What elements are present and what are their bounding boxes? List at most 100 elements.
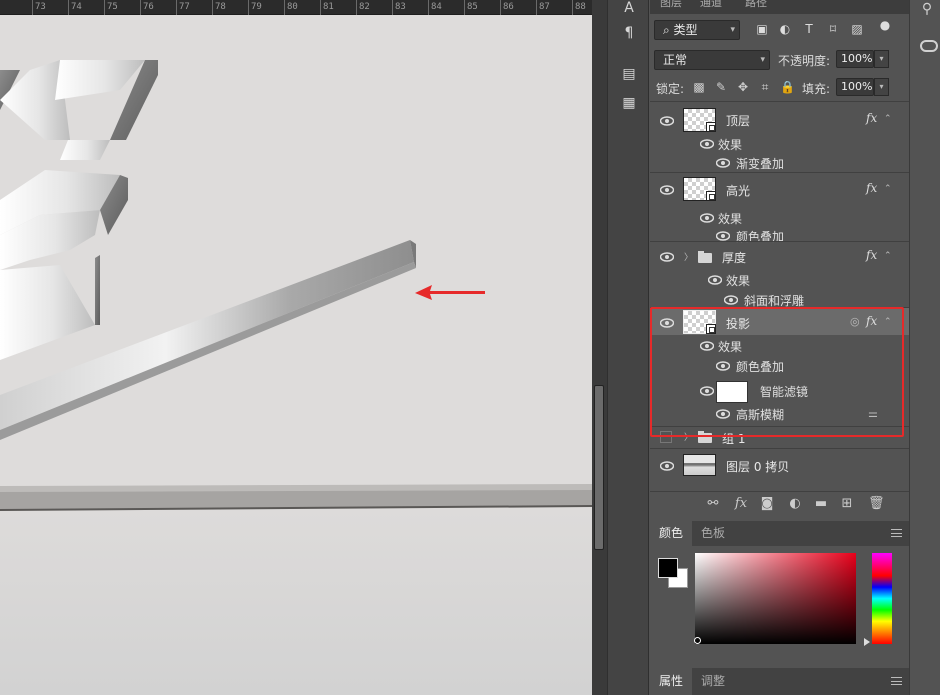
tab-channels[interactable]: 通道 xyxy=(700,0,722,10)
layer-row-thickness[interactable]: 〉 厚度 fx ⌃ 效果 斜面和浮雕 xyxy=(650,242,909,308)
eye-icon[interactable] xyxy=(700,213,714,223)
layer-name[interactable]: 组 1 xyxy=(722,430,745,447)
eye-icon[interactable] xyxy=(716,361,730,371)
learn-lightbulb-icon[interactable]: ⚲ xyxy=(918,0,936,18)
foreground-color-swatch[interactable] xyxy=(658,558,678,578)
eye-icon[interactable] xyxy=(700,386,714,396)
tab-color[interactable]: 颜色 xyxy=(650,521,693,546)
layer-row-highlight[interactable]: 高光 fx ⌃ 效果 颜色叠加 xyxy=(650,173,909,244)
eye-icon[interactable] xyxy=(700,139,714,149)
shape-filter-icon[interactable]: ⌑ xyxy=(826,22,840,36)
lock-artboard-icon[interactable]: ⌗ xyxy=(758,80,772,94)
document-canvas[interactable]: 73 74 75 76 77 78 79 80 81 82 83 84 85 8… xyxy=(0,0,592,695)
filter-item[interactable]: 高斯模糊 xyxy=(736,406,784,423)
hue-slider-handle-icon[interactable] xyxy=(864,638,870,646)
eye-icon[interactable] xyxy=(660,252,674,262)
saturation-brightness-field[interactable] xyxy=(695,553,856,644)
properties-icon[interactable]: ▤ xyxy=(621,66,637,82)
effect-item[interactable]: 颜色叠加 xyxy=(736,358,784,375)
type-filter-icon[interactable]: T xyxy=(802,22,816,36)
paragraph-icon[interactable]: ¶ xyxy=(621,25,637,41)
add-style-fx-icon[interactable]: fx xyxy=(734,497,748,511)
collapse-caret-icon[interactable]: ⌃ xyxy=(884,317,892,327)
tab-paths[interactable]: 路径 xyxy=(745,0,767,10)
new-layer-icon[interactable]: ⊞ xyxy=(840,497,854,511)
canvas-scrollbar[interactable] xyxy=(592,0,607,695)
expand-group-icon[interactable]: 〉 xyxy=(684,250,693,263)
character-icon[interactable]: A xyxy=(621,0,637,16)
layer-name[interactable]: 高光 xyxy=(726,182,750,199)
notes-icon[interactable]: ▦ xyxy=(621,95,637,111)
adjustment-layer-icon[interactable]: ◐ xyxy=(788,497,802,511)
visibility-off-box[interactable] xyxy=(660,431,672,443)
layer-name[interactable]: 顶层 xyxy=(726,112,750,129)
layer-name[interactable]: 厚度 xyxy=(722,249,746,266)
layer-thumbnail[interactable] xyxy=(683,177,716,201)
layer-row-group1[interactable]: 〉 组 1 xyxy=(650,427,909,448)
properties-panel-tabs: 属性 调整 xyxy=(650,668,909,695)
new-group-icon[interactable]: ▬ xyxy=(814,497,828,511)
collapse-caret-icon[interactable]: ⌃ xyxy=(884,251,892,261)
lock-transparent-icon[interactable]: ▩ xyxy=(692,80,706,94)
layer-thumbnail[interactable] xyxy=(683,310,716,334)
picker-cursor[interactable] xyxy=(694,637,701,644)
hue-slider[interactable] xyxy=(872,553,892,644)
layer-row-top[interactable]: 顶层 fx ⌃ 效果 渐变叠加 xyxy=(650,104,909,172)
collapse-caret-icon[interactable]: ⌃ xyxy=(884,114,892,124)
effect-item[interactable]: 渐变叠加 xyxy=(736,155,784,172)
collapse-caret-icon[interactable]: ⌃ xyxy=(884,184,892,194)
link-layers-icon[interactable]: ⚯ xyxy=(706,497,720,511)
scrollbar-thumb[interactable] xyxy=(594,385,604,550)
layer-filter-select[interactable]: ⌕ 类型 ▾ xyxy=(654,20,740,40)
layer-name[interactable]: 图层 0 拷贝 xyxy=(726,458,789,475)
fx-icon[interactable]: fx xyxy=(866,314,877,328)
smart-filter-mask-thumbnail[interactable] xyxy=(716,381,748,403)
opacity-label: 不透明度: xyxy=(778,54,831,68)
expand-group-icon[interactable]: 〉 xyxy=(684,430,693,443)
layer-row-copy[interactable]: 图层 0 拷贝 xyxy=(650,449,909,481)
fill-dropdown-button[interactable]: ▾ xyxy=(874,78,889,96)
add-mask-icon[interactable]: ◙ xyxy=(760,497,774,511)
layer-thumbnail[interactable] xyxy=(683,454,716,476)
tab-properties[interactable]: 属性 xyxy=(650,668,693,695)
eye-icon[interactable] xyxy=(660,461,674,471)
fill-input[interactable]: 100% xyxy=(836,78,874,96)
folder-icon xyxy=(698,251,712,263)
layer-thumbnail[interactable] xyxy=(683,108,716,132)
eye-icon[interactable] xyxy=(660,116,674,126)
filter-options-icon[interactable]: ⚌ xyxy=(868,407,878,420)
eye-icon[interactable] xyxy=(660,185,674,195)
eye-icon[interactable] xyxy=(700,341,714,351)
libraries-icon[interactable] xyxy=(920,40,938,52)
image-filter-icon[interactable]: ▣ xyxy=(755,22,769,36)
smartobject-filter-icon[interactable]: ▨ xyxy=(850,22,864,36)
lock-image-icon[interactable]: ✎ xyxy=(714,80,728,94)
fx-icon[interactable]: fx xyxy=(866,181,877,195)
lock-position-icon[interactable]: ✥ xyxy=(736,80,750,94)
layer-name[interactable]: 投影 xyxy=(726,315,750,332)
eye-icon[interactable] xyxy=(660,318,674,328)
ruler-label: 78 xyxy=(215,2,226,12)
lock-all-icon[interactable]: 🔒 xyxy=(780,80,795,94)
tab-swatches[interactable]: 色板 xyxy=(692,521,734,546)
ruler-label: 80 xyxy=(287,2,298,12)
eye-icon[interactable] xyxy=(708,275,722,285)
opacity-dropdown-button[interactable]: ▾ xyxy=(874,50,889,68)
blend-mode-select[interactable]: 正常 ▾ xyxy=(654,50,770,70)
delete-layer-icon[interactable]: 🗑 xyxy=(868,497,885,511)
adjustment-filter-icon[interactable]: ◐ xyxy=(778,22,792,36)
filter-toggle-icon[interactable]: ● xyxy=(878,18,892,32)
layers-list[interactable]: 顶层 fx ⌃ 效果 渐变叠加 高光 fx ⌃ 效果 颜色叠加 〉 厚度 fx … xyxy=(650,104,909,484)
fx-icon[interactable]: fx xyxy=(866,111,877,125)
eye-icon[interactable] xyxy=(716,158,730,168)
eye-icon[interactable] xyxy=(724,295,738,305)
tab-layers[interactable]: 图层 xyxy=(660,0,682,10)
panel-menu-icon[interactable] xyxy=(891,677,902,685)
eye-icon[interactable] xyxy=(716,409,730,419)
layer-row-shadow[interactable]: 投影 ◎ fx ⌃ 效果 颜色叠加 智能滤镜 高斯模糊 ⚌ xyxy=(650,308,909,426)
fx-icon[interactable]: fx xyxy=(866,248,877,262)
panel-menu-icon[interactable] xyxy=(891,529,902,537)
tab-adjustments[interactable]: 调整 xyxy=(692,668,734,695)
opacity-input[interactable]: 100% xyxy=(836,50,874,68)
eye-icon[interactable] xyxy=(716,231,730,241)
